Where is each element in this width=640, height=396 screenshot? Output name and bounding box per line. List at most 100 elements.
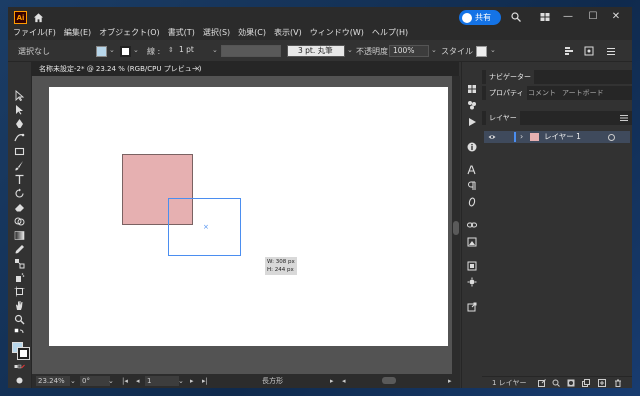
direct-selection-tool-icon[interactable] bbox=[14, 104, 25, 115]
links-panel-icon[interactable] bbox=[467, 220, 477, 230]
menu-item-2[interactable]: オブジェクト(O) bbox=[95, 26, 164, 40]
actions-play-icon[interactable] bbox=[467, 117, 477, 127]
swap-fill-stroke-icon[interactable] bbox=[14, 328, 25, 339]
paintbrush-tool-icon[interactable] bbox=[14, 160, 25, 171]
color-panel-icon[interactable] bbox=[467, 84, 477, 94]
artboards-panel-icon[interactable] bbox=[467, 261, 477, 271]
horizontal-scroll-thumb[interactable] bbox=[382, 377, 396, 384]
rotation-field[interactable]: 0° bbox=[80, 376, 110, 386]
eyedropper-tool-icon[interactable] bbox=[14, 244, 25, 255]
artboard-tool-icon[interactable] bbox=[14, 286, 25, 297]
document-tab[interactable]: 名称未設定-2* @ 23.24 % (RGB/CPU プレビュー) bbox=[39, 62, 201, 76]
scroll-right-icon[interactable]: ▸ bbox=[448, 376, 452, 386]
curvature-tool-icon[interactable] bbox=[14, 132, 25, 143]
brush-definition-field[interactable]: 3 pt. 丸筆 bbox=[287, 45, 345, 57]
scroll-left-icon[interactable]: ◂ bbox=[342, 376, 346, 386]
variable-width-field[interactable] bbox=[221, 45, 281, 57]
shape-builder-tool-icon[interactable] bbox=[14, 216, 25, 227]
paragraph-panel-icon[interactable] bbox=[467, 181, 477, 191]
tab-comments[interactable]: コメント bbox=[528, 86, 556, 100]
visibility-eye-icon[interactable] bbox=[488, 133, 496, 141]
next-artboard-icon[interactable]: ▸ bbox=[190, 376, 194, 386]
style-swatch[interactable] bbox=[476, 46, 487, 57]
artboard-number-field[interactable]: 1 bbox=[145, 376, 179, 386]
last-artboard-icon[interactable]: ▸| bbox=[202, 376, 208, 386]
rotation-dropdown-icon[interactable]: ⌄ bbox=[108, 376, 114, 386]
maximize-button[interactable]: ☐ bbox=[588, 12, 598, 22]
layer-name[interactable]: レイヤー 1 bbox=[544, 131, 581, 143]
search-icon[interactable] bbox=[511, 12, 521, 22]
color-guide-icon[interactable] bbox=[467, 100, 477, 110]
zoom-dropdown-icon[interactable]: ⌄ bbox=[70, 376, 76, 386]
hand-tool-icon[interactable] bbox=[14, 300, 25, 311]
zoom-tool-icon[interactable] bbox=[14, 314, 25, 325]
menu-item-8[interactable]: ヘルプ(H) bbox=[368, 26, 412, 40]
menu-item-1[interactable]: 編集(E) bbox=[60, 26, 95, 40]
fill-dropdown-icon[interactable]: ⌄ bbox=[109, 46, 115, 54]
eraser-tool-icon[interactable] bbox=[14, 202, 25, 213]
symbol-sprayer-tool-icon[interactable] bbox=[14, 272, 25, 283]
vertical-scroll-thumb[interactable] bbox=[453, 221, 459, 235]
rectangle-tool-icon[interactable] bbox=[14, 146, 25, 157]
previous-artboard-icon[interactable]: ◂ bbox=[136, 376, 140, 386]
selection-tool-icon[interactable] bbox=[14, 90, 25, 101]
appearance-panel-icon[interactable] bbox=[467, 277, 477, 287]
menu-item-0[interactable]: ファイル(F) bbox=[9, 26, 60, 40]
gradient-tool-icon[interactable] bbox=[14, 230, 25, 241]
menu-item-4[interactable]: 選択(S) bbox=[199, 26, 234, 40]
stroke-weight-dropdown-icon[interactable]: ⌄ bbox=[212, 46, 218, 54]
layer-row[interactable]: › レイヤー 1 bbox=[484, 131, 630, 143]
opentype-panel-icon[interactable] bbox=[467, 197, 477, 207]
transform-icon[interactable] bbox=[584, 46, 594, 56]
brush-dropdown-icon[interactable]: ⌄ bbox=[347, 46, 353, 54]
status-menu-icon[interactable]: ▸ bbox=[330, 376, 334, 386]
share-button[interactable]: 共有 bbox=[459, 10, 501, 25]
fill-swatch[interactable] bbox=[96, 46, 107, 57]
pen-tool-icon[interactable] bbox=[14, 118, 25, 129]
locate-object-icon[interactable] bbox=[552, 379, 560, 387]
rotate-tool-icon[interactable] bbox=[14, 188, 25, 199]
tab-properties[interactable]: プロパティ bbox=[486, 86, 527, 100]
image-trace-icon[interactable] bbox=[467, 237, 477, 247]
home-icon[interactable] bbox=[33, 12, 44, 23]
blend-tool-icon[interactable] bbox=[14, 258, 25, 269]
info-panel-icon[interactable] bbox=[467, 142, 477, 152]
new-layer-icon[interactable] bbox=[598, 379, 606, 387]
align-icon[interactable] bbox=[564, 46, 574, 56]
menu-item-5[interactable]: 効果(C) bbox=[234, 26, 270, 40]
menu-item-3[interactable]: 書式(T) bbox=[164, 26, 199, 40]
stroke-dropdown-icon[interactable]: ⌄ bbox=[133, 46, 139, 54]
export-for-screens-icon[interactable] bbox=[538, 379, 546, 387]
menu-item-6[interactable]: 表示(V) bbox=[270, 26, 306, 40]
delete-layer-icon[interactable] bbox=[614, 379, 622, 387]
artboard[interactable] bbox=[49, 87, 448, 346]
artboard-dropdown-icon[interactable]: ⌄ bbox=[178, 376, 184, 386]
layer-target-icon[interactable] bbox=[608, 134, 615, 141]
type-tool-icon[interactable] bbox=[14, 174, 25, 185]
clipping-mask-icon[interactable] bbox=[567, 379, 575, 387]
stroke-weight-field[interactable]: 1 pt bbox=[176, 45, 216, 57]
zoom-field[interactable]: 23.24% bbox=[36, 376, 70, 386]
panel-options-icon[interactable] bbox=[620, 114, 628, 122]
workspace-switcher-icon[interactable] bbox=[540, 12, 550, 22]
export-panel-icon[interactable] bbox=[467, 302, 477, 312]
first-artboard-icon[interactable]: |◂ bbox=[122, 376, 128, 386]
panel-menu-icon[interactable] bbox=[606, 46, 616, 56]
vertical-scrollbar[interactable] bbox=[452, 76, 460, 374]
expand-layer-icon[interactable]: › bbox=[520, 131, 523, 143]
minimize-button[interactable]: — bbox=[563, 12, 573, 22]
tab-layers[interactable]: レイヤー bbox=[486, 111, 520, 125]
stroke-stepper-icon[interactable]: ⇕ bbox=[168, 46, 174, 54]
close-tab-icon[interactable]: × bbox=[194, 62, 201, 76]
opacity-field[interactable]: 100% bbox=[389, 45, 429, 57]
stroke-color-swatch[interactable] bbox=[17, 347, 30, 360]
color-mode-icon[interactable] bbox=[14, 362, 25, 373]
draw-mode-icon[interactable] bbox=[14, 375, 25, 386]
new-sublayer-icon[interactable] bbox=[582, 379, 590, 387]
stroke-swatch[interactable] bbox=[120, 46, 131, 57]
tab-artboards[interactable]: アートボード bbox=[562, 86, 604, 100]
menu-item-7[interactable]: ウィンドウ(W) bbox=[306, 26, 368, 40]
tab-navigator[interactable]: ナビゲーター bbox=[486, 70, 534, 84]
character-panel-icon[interactable] bbox=[467, 165, 477, 175]
style-dropdown-icon[interactable]: ⌄ bbox=[490, 46, 496, 54]
